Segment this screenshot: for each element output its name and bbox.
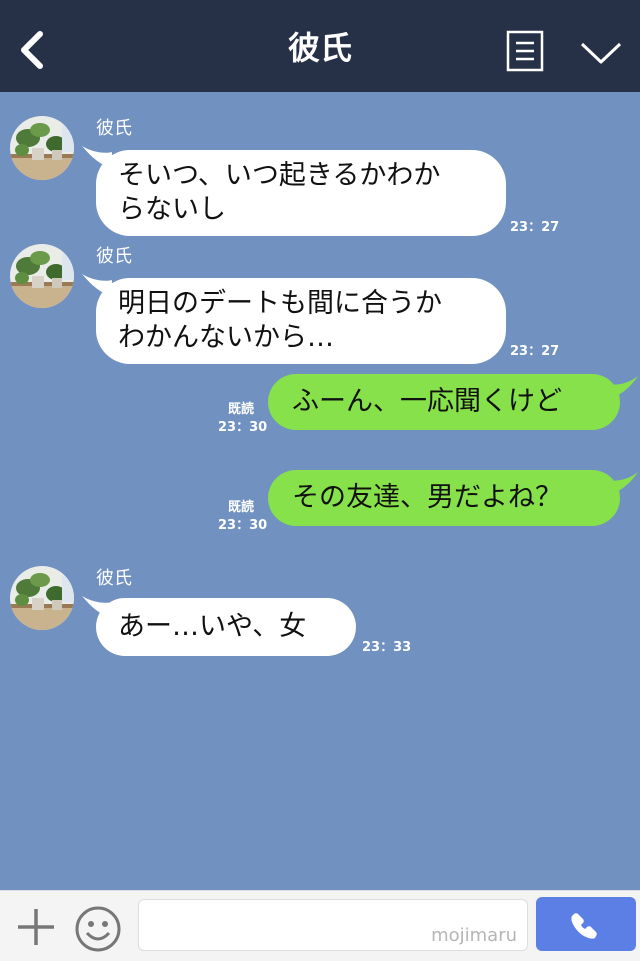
message-time: 23：30: [218, 420, 268, 435]
avatar[interactable]: [10, 244, 74, 308]
message-bubble[interactable]: そいつ、いつ起きるかわか らないし: [96, 150, 506, 236]
watermark: mojimaru: [431, 925, 517, 946]
read-receipt: 既読: [227, 402, 254, 417]
message-line: わかんないから…: [118, 322, 334, 353]
menu-list-icon[interactable]: [506, 30, 544, 72]
call-button[interactable]: [536, 897, 636, 951]
chat-area: 彼氏 そいつ、いつ起きるかわか らないし 23：27 彼氏 明日のデートも間に合…: [0, 92, 640, 890]
avatar[interactable]: [10, 566, 74, 630]
avatar[interactable]: [10, 116, 74, 180]
bubble-tail: [604, 376, 638, 400]
smiley-icon[interactable]: [74, 905, 122, 953]
read-receipt: 既読: [227, 500, 254, 515]
message-time: 23：27: [510, 344, 560, 359]
chevron-down-icon[interactable]: [578, 38, 624, 68]
message-line: 明日のデートも間に合うか: [118, 288, 442, 319]
bubble-tail: [604, 472, 638, 496]
message-bubble[interactable]: あー…いや、女: [96, 598, 356, 656]
chat-header: 彼氏: [0, 0, 640, 92]
sender-name: 彼氏: [96, 118, 132, 139]
message-bubble[interactable]: その友達、男だよね？: [268, 470, 620, 526]
message-bubble[interactable]: ふーん、一応聞くけど: [268, 374, 620, 430]
message-input[interactable]: mojimaru: [138, 899, 528, 951]
chat-title: 彼氏: [287, 29, 352, 67]
message-time: 23：27: [510, 220, 560, 235]
phone-icon: [571, 913, 597, 939]
message-time: 23：33: [362, 640, 412, 655]
input-bar: mojimaru: [0, 890, 640, 961]
message-time: 23：30: [218, 518, 268, 533]
message-bubble[interactable]: 明日のデートも間に合うか わかんないから…: [96, 278, 506, 364]
sender-name: 彼氏: [96, 246, 132, 267]
sender-name: 彼氏: [96, 568, 132, 589]
message-line: そいつ、いつ起きるかわか: [118, 160, 441, 191]
plus-icon[interactable]: [14, 905, 58, 949]
message-line: らないし: [118, 194, 226, 225]
